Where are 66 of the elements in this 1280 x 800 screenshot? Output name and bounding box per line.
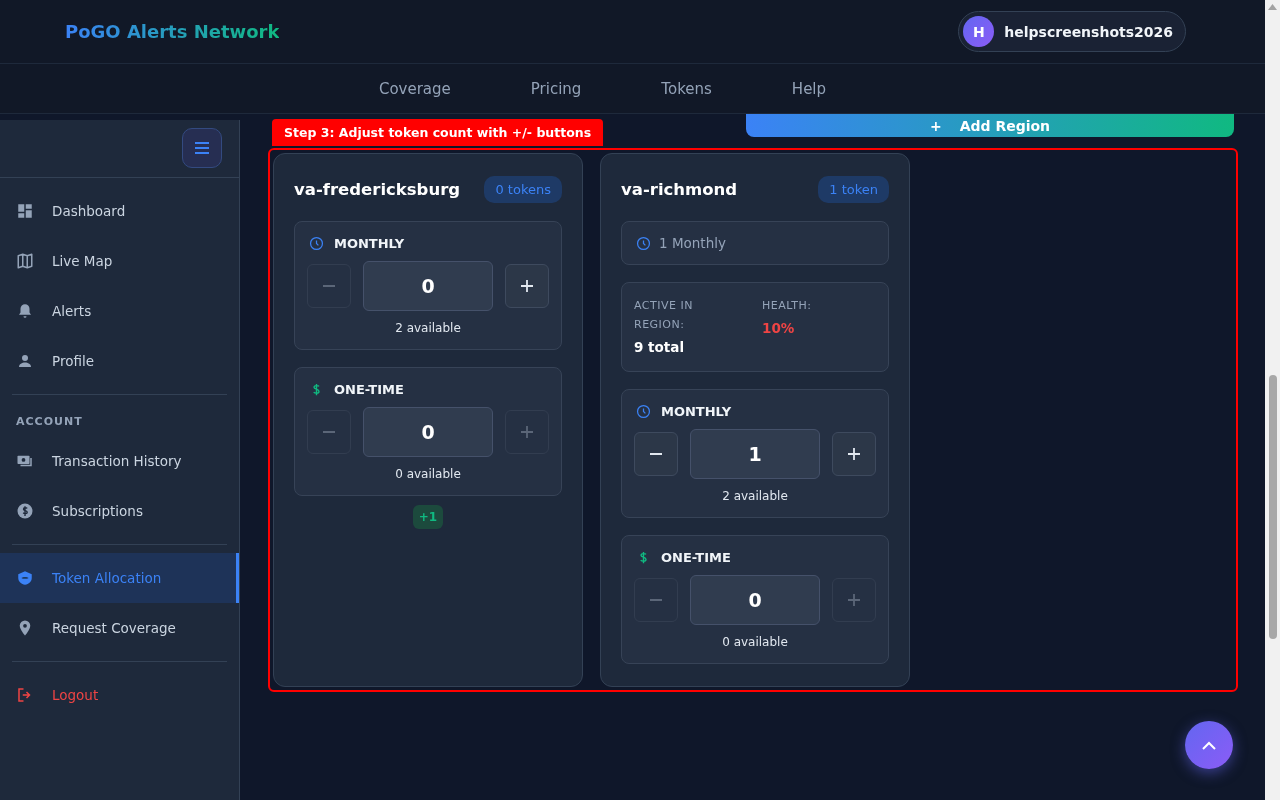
increment-button[interactable] <box>505 264 549 308</box>
plus-icon <box>848 594 860 606</box>
nav-link[interactable]: Pricing <box>490 64 622 113</box>
chevron-up-icon <box>1202 740 1216 750</box>
health-label: HEALTH: <box>762 298 813 314</box>
dashboard-icon <box>16 202 34 220</box>
avatar: H <box>963 16 995 47</box>
clock-icon <box>636 235 651 251</box>
sidebar-item[interactable]: Subscriptions <box>0 486 239 536</box>
sidebar-item[interactable]: Request Coverage <box>0 603 239 653</box>
token-type-label: ONE-TIME <box>661 550 731 565</box>
token-type-label: MONTHLY <box>334 236 405 251</box>
sidebar-item[interactable]: Live Map <box>0 236 239 286</box>
clock-icon <box>636 404 651 419</box>
scrollbar-thumb[interactable] <box>1269 375 1277 639</box>
available-count: 0 available <box>394 467 462 481</box>
token-type-label: MONTHLY <box>661 404 732 419</box>
user-chip[interactable]: H helpscreenshots2026 <box>958 11 1186 52</box>
decrement-button[interactable] <box>634 432 678 476</box>
plus-icon <box>521 280 533 292</box>
summary-text: 1 Monthly <box>659 235 726 251</box>
plus-icon <box>848 448 860 460</box>
nav-link[interactable]: Coverage <box>338 64 491 113</box>
sidebar-item[interactable]: Alerts <box>0 286 239 336</box>
person-icon <box>16 352 34 370</box>
active-value: 9 total <box>634 339 685 355</box>
map-icon <box>16 252 34 270</box>
shield-icon <box>16 569 34 587</box>
nav-link[interactable]: Help <box>751 64 867 113</box>
region-name: va-fredericksburg <box>294 179 461 199</box>
health-value: 10% <box>762 320 796 336</box>
token-count-badge: 0 tokens <box>484 175 562 203</box>
token-count-field[interactable]: 0 <box>690 575 820 625</box>
increment-button[interactable] <box>832 432 876 476</box>
change-badge: +1 <box>412 505 444 529</box>
plus-icon <box>521 426 533 438</box>
nav-link[interactable]: Tokens <box>621 64 752 113</box>
available-count: 2 available <box>721 489 789 503</box>
available-count: 0 available <box>721 635 789 649</box>
scroll-to-top-button[interactable] <box>1185 721 1233 769</box>
token-count-field[interactable]: 1 <box>690 429 820 479</box>
scrollbar[interactable] <box>1265 0 1280 800</box>
region-name: va-richmond <box>621 179 738 199</box>
minus-icon <box>650 453 662 455</box>
sidebar-item[interactable]: Transaction History <box>0 436 239 486</box>
sidebar-item[interactable]: Logout <box>0 670 239 720</box>
scroll-up-arrow-icon[interactable] <box>1268 4 1277 10</box>
clock-icon <box>309 236 324 251</box>
token-count-badge: 1 token <box>818 175 889 203</box>
token-type-label: ONE-TIME <box>334 382 404 397</box>
minus-icon <box>650 599 662 601</box>
minus-icon <box>323 431 335 433</box>
minus-icon <box>323 285 335 287</box>
dollar-coin-icon <box>16 502 34 520</box>
token-count-field[interactable]: 0 <box>363 261 493 311</box>
user-name: helpscreenshots2026 <box>1004 23 1173 40</box>
available-count: 2 available <box>394 321 462 335</box>
tutorial-step-label: Step 3: Adjust token count with +/- buttons <box>272 119 604 146</box>
section-heading: ACCOUNT <box>15 414 84 430</box>
menu-icon <box>194 142 210 154</box>
menu-button[interactable] <box>182 128 222 168</box>
token-count-field[interactable]: 0 <box>363 407 493 457</box>
bell-icon <box>16 302 34 320</box>
sidebar-item[interactable]: Profile <box>0 336 239 386</box>
active-label: ACTIVE IN REGION: <box>634 298 694 333</box>
sidebar-item[interactable]: Dashboard <box>0 186 239 236</box>
